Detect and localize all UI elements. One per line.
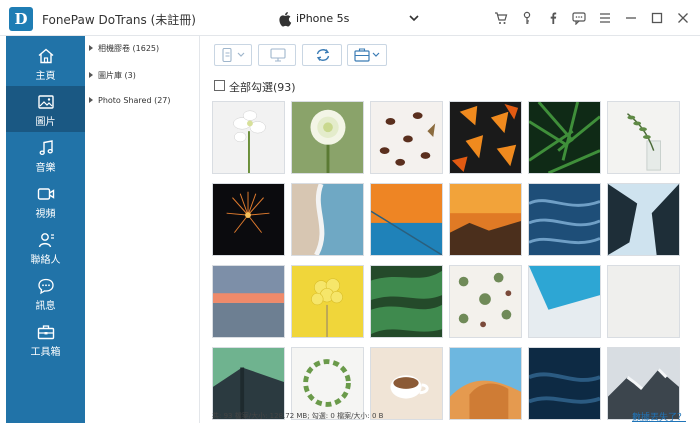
toolbox-icon xyxy=(37,325,54,340)
export-to-device-button[interactable] xyxy=(214,44,252,66)
select-all-checkbox[interactable] xyxy=(214,80,225,91)
photo-thumbnail[interactable] xyxy=(449,101,522,174)
album-label: 圖片庫 (3) xyxy=(98,71,136,80)
chevron-down-icon xyxy=(409,15,419,22)
sidebar-item-video[interactable]: 視頻 xyxy=(6,178,85,224)
sidebar-item-contacts[interactable]: 聯絡人 xyxy=(6,224,85,270)
photo-thumbnail[interactable] xyxy=(291,101,364,174)
album-tree: 相機膠卷 (1625) 圖片庫 (3) Photo Shared (27) xyxy=(86,36,200,423)
photo-thumbnail[interactable] xyxy=(370,265,443,338)
key-icon[interactable] xyxy=(520,11,534,25)
refresh-icon xyxy=(316,49,330,61)
photo-thumbnail[interactable] xyxy=(607,265,680,338)
photo-thumbnail[interactable] xyxy=(528,101,601,174)
sidebar-item-label: 聯絡人 xyxy=(30,255,61,266)
album-photo-library[interactable]: 圖片庫 (3) xyxy=(89,70,136,81)
photo-thumbnail[interactable] xyxy=(528,347,601,420)
refresh-button[interactable] xyxy=(302,44,342,66)
album-photo-shared[interactable]: Photo Shared (27) xyxy=(89,96,171,105)
photo-thumbnail[interactable] xyxy=(291,183,364,256)
music-icon xyxy=(39,140,53,155)
photo-thumbnail[interactable] xyxy=(291,265,364,338)
device-selector[interactable]: iPhone 5s xyxy=(278,9,422,29)
photo-thumbnail[interactable] xyxy=(212,347,285,420)
menu-icon[interactable] xyxy=(598,11,612,25)
sidebar-item-label: 訊息 xyxy=(35,301,56,312)
minimize-icon[interactable] xyxy=(624,11,638,25)
sidebar-item-label: 視頻 xyxy=(35,209,56,220)
video-icon xyxy=(37,188,54,200)
sidebar-item-label: 主頁 xyxy=(35,71,56,82)
expand-arrow-icon[interactable] xyxy=(89,97,93,103)
data-lost-link[interactable]: 數據丟失了？ xyxy=(632,410,686,423)
window-controls xyxy=(494,11,690,27)
select-all-label: 全部勾選(93) xyxy=(229,81,296,94)
photo-thumbnail[interactable] xyxy=(528,265,601,338)
chat-icon[interactable] xyxy=(572,11,586,25)
photo-thumbnail[interactable] xyxy=(212,265,285,338)
apple-icon xyxy=(279,12,292,27)
sidebar-item-messages[interactable]: 訊息 xyxy=(6,270,85,316)
export-to-pc-icon xyxy=(270,48,286,62)
app-title: FonePaw DoTrans (未註冊) xyxy=(42,13,196,27)
photo-icon xyxy=(37,95,54,109)
photo-thumbnail[interactable] xyxy=(370,101,443,174)
album-label: 相機膠卷 (1625) xyxy=(98,44,160,53)
window-bottom-edge xyxy=(0,423,700,429)
photo-thumbnail[interactable] xyxy=(449,347,522,420)
sidebar-item-home[interactable]: 主頁 xyxy=(6,40,85,86)
expand-arrow-icon[interactable] xyxy=(89,45,93,51)
photo-thumbnail[interactable] xyxy=(607,183,680,256)
home-icon xyxy=(38,48,53,64)
album-label: Photo Shared (27) xyxy=(98,96,171,105)
sidebar-item-label: 工具箱 xyxy=(30,347,61,358)
toolbox-dropdown-icon xyxy=(354,48,380,62)
photo-thumbnail[interactable] xyxy=(212,101,285,174)
title-bar: D FonePaw DoTrans (未註冊) iPhone 5s xyxy=(0,0,700,36)
photo-thumbnail[interactable] xyxy=(291,347,364,420)
close-icon[interactable] xyxy=(676,11,690,25)
sidebar: 主頁 圖片 音樂 視頻 聯絡人 訊息 工具箱 xyxy=(6,36,85,423)
photo-thumbnail[interactable] xyxy=(370,347,443,420)
maximize-icon[interactable] xyxy=(650,11,664,25)
sidebar-item-label: 圖片 xyxy=(35,117,56,128)
toolbox-dropdown-button[interactable] xyxy=(347,44,387,66)
expand-arrow-icon[interactable] xyxy=(89,72,93,78)
photo-thumbnail[interactable] xyxy=(370,183,443,256)
export-to-pc-button[interactable] xyxy=(258,44,296,66)
cart-icon[interactable] xyxy=(494,11,508,25)
sidebar-item-photos[interactable]: 圖片 xyxy=(6,86,85,132)
device-name: iPhone 5s xyxy=(296,12,350,25)
contact-icon xyxy=(38,233,54,248)
app-logo: D xyxy=(9,7,33,31)
photo-thumbnail[interactable] xyxy=(528,183,601,256)
export-to-device-icon xyxy=(222,48,245,62)
photo-thumbnail[interactable] xyxy=(607,101,680,174)
photo-thumbnail[interactable] xyxy=(212,183,285,256)
sidebar-item-toolbox[interactable]: 工具箱 xyxy=(6,316,85,362)
sidebar-item-music[interactable]: 音樂 xyxy=(6,132,85,178)
message-icon xyxy=(37,278,54,295)
photo-thumbnail[interactable] xyxy=(449,183,522,256)
sidebar-item-label: 音樂 xyxy=(35,163,56,174)
facebook-icon[interactable] xyxy=(546,11,560,25)
photo-thumbnail[interactable] xyxy=(449,265,522,338)
album-camera-roll[interactable]: 相機膠卷 (1625) xyxy=(89,43,159,54)
status-text: 共: 93 檔案/大小: 128.72 MB; 勾選: 0 檔案/大小: 0 B xyxy=(212,412,384,420)
